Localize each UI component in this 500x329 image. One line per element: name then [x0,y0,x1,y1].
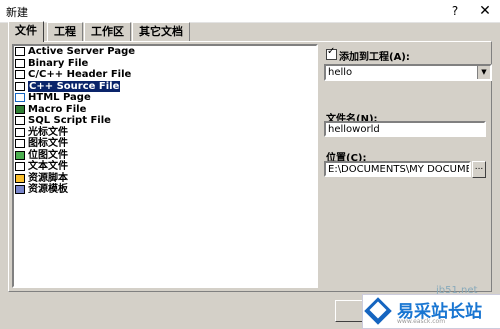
file-type-item[interactable]: 图标文件 [14,138,316,150]
file-type-icon [15,139,25,148]
file-type-item[interactable]: 资源模板 [14,184,316,196]
tab-other-documents[interactable]: 其它文档 [132,22,190,41]
file-type-label: 资源模板 [28,184,68,195]
file-type-label: 光标文件 [28,126,68,138]
window-title: 新建 [6,6,28,19]
file-type-label: C/C++ Header File [28,69,132,80]
file-type-icon [15,58,25,68]
watermark-logo: 易采站长站 www.easck.com [362,294,500,329]
filename-value: helloworld [328,124,380,135]
file-type-icon [15,81,25,91]
file-type-icon [15,47,25,56]
file-type-icon [15,173,25,183]
file-type-label: 资源脚本 [28,172,68,184]
close-button[interactable]: ✕ [474,2,496,20]
title-bar: 新建 ? ✕ [0,0,500,23]
chevron-down-icon[interactable]: ▼ [477,66,490,79]
project-select-value: hello [328,67,353,78]
add-to-project-checkbox[interactable]: ✓ [326,46,337,60]
browse-button[interactable]: ... [472,161,486,178]
new-file-dialog: 新建 ? ✕ 文件 工程 工作区 其它文档 Active Server Page… [0,0,500,329]
file-type-icon [15,70,25,79]
location-value: E:\DOCUMENTS\MY DOCUMENT [328,164,471,175]
watermark-sub: www.easck.com [397,318,446,325]
file-type-label: 位图文件 [28,149,68,161]
file-type-item[interactable]: Active Server Page [14,46,316,58]
file-type-icon [15,93,25,102]
checkmark-icon: ✓ [327,46,336,57]
tab-files[interactable]: 文件 [8,21,44,42]
file-type-icon [15,104,25,114]
file-type-label: SQL Script File [28,115,111,126]
file-type-item[interactable]: Macro File [14,104,316,116]
file-type-item[interactable]: 光标文件 [14,127,316,139]
location-input[interactable]: E:\DOCUMENTS\MY DOCUMENT [324,161,471,177]
file-type-label: 文本文件 [28,161,68,172]
file-type-icon [15,150,25,160]
file-type-icon [15,127,25,137]
file-type-label: Macro File [28,103,87,115]
file-type-icon [15,116,25,125]
file-type-icon [15,185,25,194]
tab-projects[interactable]: 工程 [47,22,83,41]
file-type-list[interactable]: Active Server Page Binary File C/C++ Heade… [12,44,318,288]
filename-input[interactable]: helloworld [324,121,486,137]
file-type-label: Active Server Page [28,46,136,57]
file-type-item[interactable]: HTML Page [14,92,316,104]
file-type-label: Binary File [28,57,89,69]
file-type-item[interactable]: 资源脚本 [14,173,316,185]
file-type-item[interactable]: Binary File [14,58,316,70]
file-type-item[interactable]: C++ Source File [14,80,316,93]
file-type-label: C++ Source File [28,80,121,92]
file-type-icon [15,162,25,171]
tab-workspaces[interactable]: 工作区 [84,22,131,41]
help-button[interactable]: ? [444,2,466,20]
project-select[interactable]: hello ▼ [324,64,492,81]
file-type-item[interactable]: SQL Script File [14,115,316,127]
file-type-item[interactable]: C/C++ Header File [14,69,316,81]
file-type-label: HTML Page [28,92,91,103]
add-to-project-label: 添加到工程(A): [339,52,410,63]
file-type-label: 图标文件 [28,138,68,149]
file-type-item[interactable]: 位图文件 [14,150,316,162]
file-type-item[interactable]: 文本文件 [14,161,316,173]
